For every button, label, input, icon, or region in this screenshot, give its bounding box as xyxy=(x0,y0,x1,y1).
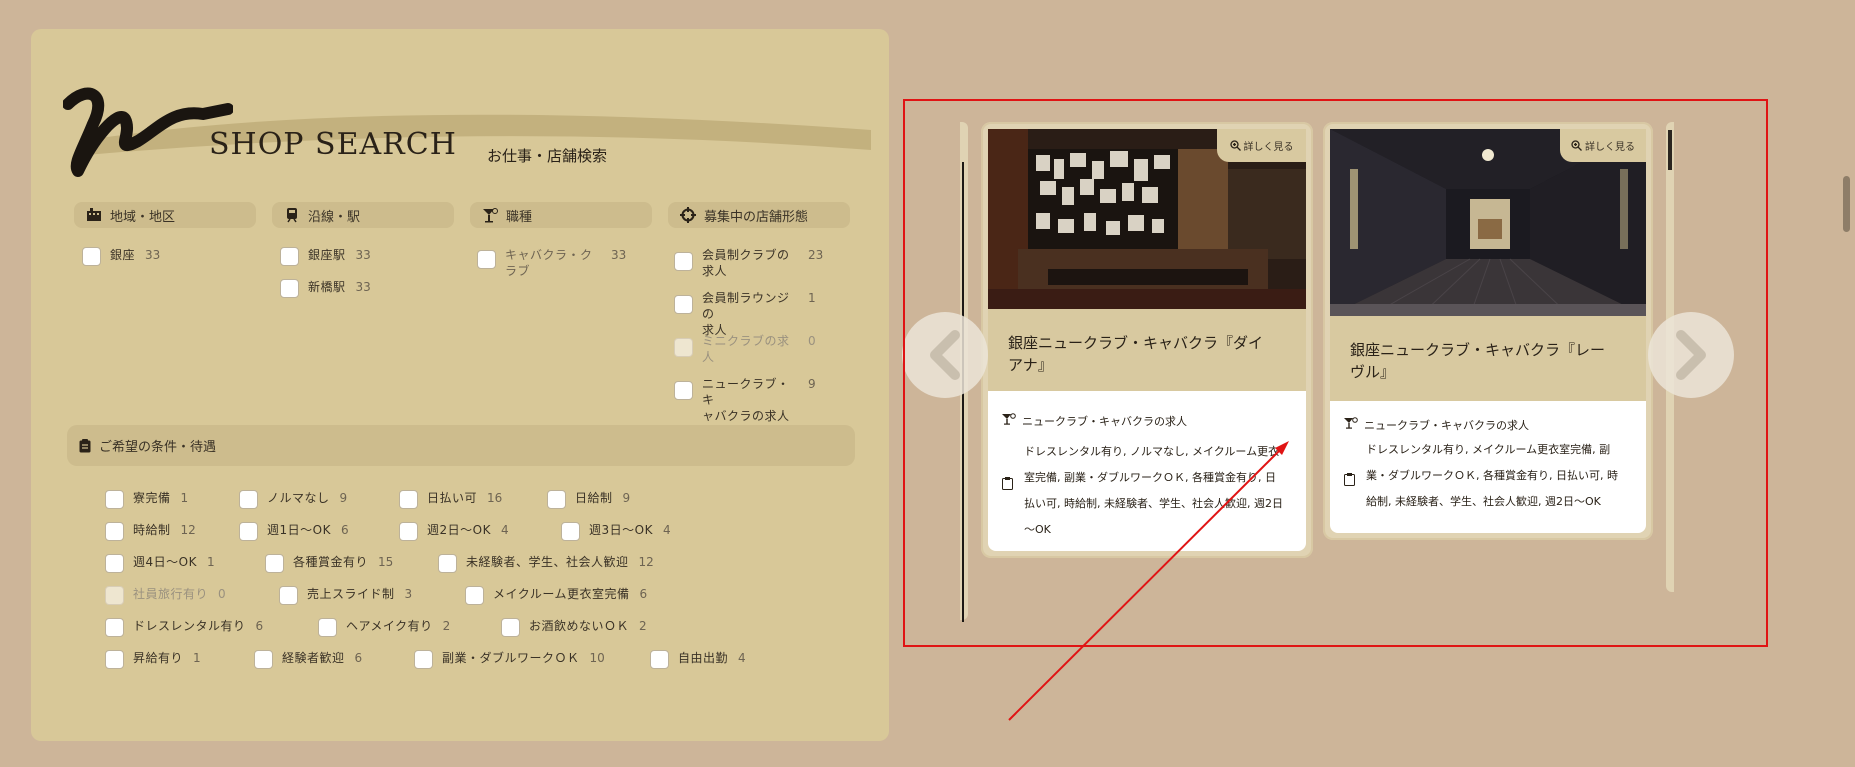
condition-item[interactable]: 時給制 12 xyxy=(105,522,196,541)
condition-item[interactable]: 日給制 9 xyxy=(547,490,630,509)
checkbox[interactable] xyxy=(465,586,484,605)
checkbox[interactable] xyxy=(414,650,433,669)
condition-item[interactable]: ノルマなし 9 xyxy=(239,490,347,509)
category-area-label: 地域・地区 xyxy=(110,209,176,225)
checkbox-area-ginza[interactable]: 銀座 33 xyxy=(82,247,160,266)
checkbox-shoptype-new-club[interactable]: ニュークラブ・キ ャバクラの求人 9 xyxy=(674,376,816,424)
category-job-label: 職種 xyxy=(506,209,533,225)
checkbox[interactable] xyxy=(280,247,299,266)
checkbox[interactable] xyxy=(239,522,258,541)
cocktail-icon xyxy=(483,208,498,223)
page-scrollbar-track[interactable] xyxy=(1841,0,1855,767)
condition-item[interactable]: 日払い可 16 xyxy=(399,490,502,509)
category-line-label: 沿線・駅 xyxy=(308,209,361,225)
checkbox[interactable] xyxy=(399,522,418,541)
condition-item[interactable]: 寮完備 1 xyxy=(105,490,188,509)
checkbox-station-ginza[interactable]: 銀座駅 33 xyxy=(280,247,371,266)
checkbox[interactable] xyxy=(279,586,298,605)
logo-n-brushstroke xyxy=(63,87,233,177)
category-line-header: 沿線・駅 xyxy=(272,202,454,228)
condition-item[interactable]: お酒飲めないＯＫ 2 xyxy=(501,618,647,637)
highlight-annotation-box xyxy=(903,99,1768,647)
checkbox-shoptype-mini-club: ミニクラブの求 人 0 xyxy=(674,333,816,365)
clipboard-icon xyxy=(79,438,91,452)
checkbox[interactable] xyxy=(650,650,669,669)
condition-item[interactable]: 週4日～OK 1 xyxy=(105,554,215,573)
page-title: SHOP SEARCH xyxy=(209,127,457,162)
condition-item[interactable]: 昇給有り 1 xyxy=(105,650,201,669)
checkbox[interactable] xyxy=(105,522,124,541)
checkbox[interactable] xyxy=(280,279,299,298)
condition-item[interactable]: ヘアメイク有り 2 xyxy=(318,618,450,637)
condition-item[interactable]: 各種賞金有り 15 xyxy=(265,554,393,573)
condition-item[interactable]: 週3日～OK 4 xyxy=(561,522,671,541)
checkbox[interactable] xyxy=(105,650,124,669)
checkbox[interactable] xyxy=(501,618,520,637)
checkbox[interactable] xyxy=(254,650,273,669)
condition-item[interactable]: 副業・ダブルワークＯＫ 10 xyxy=(414,650,605,669)
checkbox[interactable] xyxy=(438,554,457,573)
checkbox-station-shinbashi[interactable]: 新橋駅 33 xyxy=(280,279,371,298)
condition-item[interactable]: 経験者歓迎 6 xyxy=(254,650,362,669)
checkbox[interactable] xyxy=(561,522,580,541)
category-shoptype-label: 募集中の店舗形態 xyxy=(704,209,809,225)
checkbox[interactable] xyxy=(239,490,258,509)
checkbox[interactable] xyxy=(105,554,124,573)
checkbox[interactable] xyxy=(477,250,496,269)
conditions-header: ご希望の条件・待遇 xyxy=(67,425,855,466)
crosshair-icon xyxy=(680,207,696,223)
page-scrollbar-thumb[interactable] xyxy=(1843,176,1850,232)
checkbox-job-cabaret[interactable]: キャバクラ・ク ラブ 33 xyxy=(477,247,626,279)
condition-item[interactable]: ドレスレンタル有り 6 xyxy=(105,618,263,637)
checkbox[interactable] xyxy=(105,490,124,509)
condition-item[interactable]: メイクルーム更衣室完備 6 xyxy=(465,586,647,605)
checkbox[interactable] xyxy=(82,247,101,266)
checkbox[interactable] xyxy=(674,381,693,400)
category-area-header: 地域・地区 xyxy=(74,202,256,228)
checkbox-shoptype-members-club[interactable]: 会員制クラブの 求人 23 xyxy=(674,247,823,279)
checkbox-shoptype-members-lounge[interactable]: 会員制ラウンジの 求人 1 xyxy=(674,290,816,338)
condition-item[interactable]: 自由出勤 4 xyxy=(650,650,746,669)
condition-item[interactable]: 未経験者、学生、社会人歓迎 12 xyxy=(438,554,654,573)
shop-search-panel: SHOP SEARCH お仕事・店舗検索 地域・地区 沿線・駅 職種 募集中の店… xyxy=(31,29,889,741)
checkbox[interactable] xyxy=(105,618,124,637)
conditions-label: ご希望の条件・待遇 xyxy=(99,440,217,455)
checkbox[interactable] xyxy=(547,490,566,509)
checkbox xyxy=(674,338,693,357)
checkbox[interactable] xyxy=(318,618,337,637)
category-job-header: 職種 xyxy=(470,202,652,228)
checkbox xyxy=(105,586,124,605)
condition-item[interactable]: 週1日～OK 6 xyxy=(239,522,349,541)
checkbox[interactable] xyxy=(265,554,284,573)
page-subtitle: お仕事・店舗検索 xyxy=(487,147,608,165)
condition-item[interactable]: 売上スライド制 3 xyxy=(279,586,412,605)
condition-item[interactable]: 週2日～OK 4 xyxy=(399,522,509,541)
checkbox[interactable] xyxy=(674,295,693,314)
category-shoptype-header: 募集中の店舗形態 xyxy=(668,202,850,228)
checkbox[interactable] xyxy=(674,252,693,271)
building-icon xyxy=(87,208,101,221)
checkbox[interactable] xyxy=(399,490,418,509)
condition-item: 社員旅行有り 0 xyxy=(105,586,226,605)
train-icon xyxy=(287,208,297,223)
